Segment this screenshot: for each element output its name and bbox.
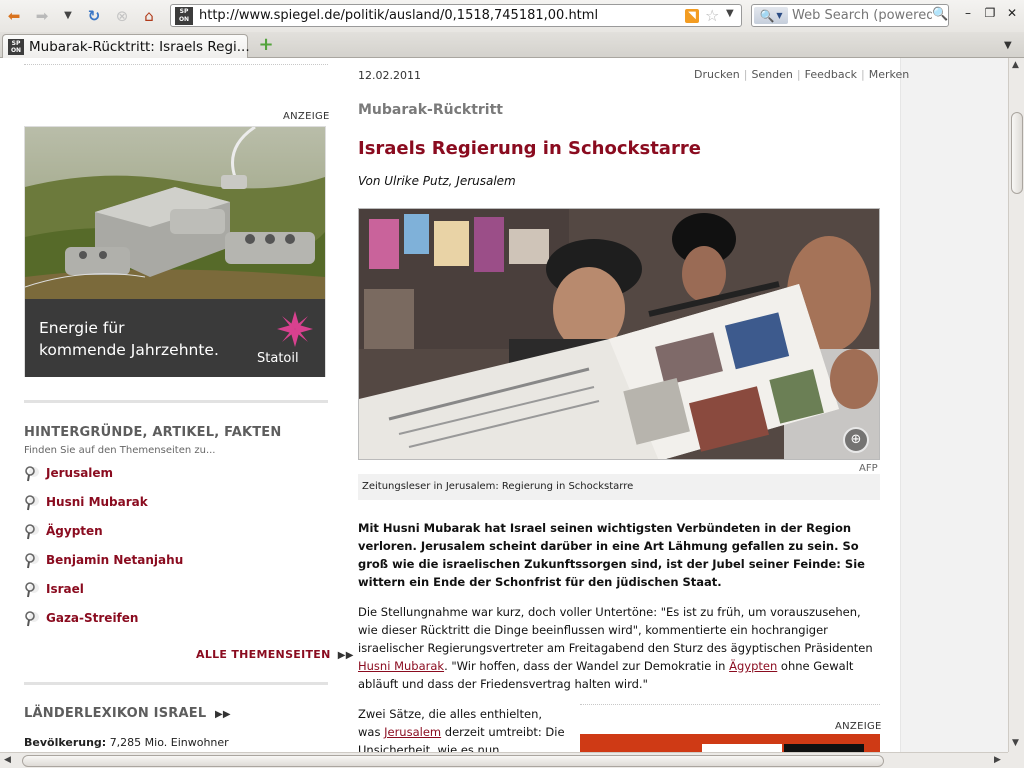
photo-caption: Zeitungsleser in Jerusalem: Regierung in… — [362, 481, 634, 492]
ad-brand-name: Statoil — [257, 351, 299, 366]
article-photo[interactable]: ⊕ — [358, 208, 880, 460]
divider — [24, 400, 328, 403]
magnifier-pin-icon — [25, 611, 39, 627]
photo-credit: AFP — [859, 463, 878, 474]
page-viewport: ANZEIGE Energie für kommende Jahrzehnte.… — [0, 58, 1008, 752]
page-right-margin — [900, 58, 1008, 752]
search-input[interactable] — [792, 6, 932, 25]
reload-icon[interactable]: ↻ — [84, 6, 104, 26]
double-chevron-right-icon: ▶▶ — [215, 709, 231, 720]
statoil-advertisement[interactable]: Energie für kommende Jahrzehnte. Statoil — [24, 126, 326, 377]
tab-bar: SP ON Mubarak-Rücktritt: Israels Regi... … — [0, 32, 1024, 58]
article-paragraph: Zwei Sätze, die alles enthielten, was Je… — [358, 707, 565, 752]
laenderlexikon-link[interactable]: LÄNDERLEXIKON ISRAEL ▶▶ — [24, 706, 231, 721]
search-bar[interactable]: 🔍▼ 🔍 — [751, 4, 949, 27]
magnifier-pin-icon — [25, 495, 39, 511]
close-window-icon[interactable]: ✕ — [1004, 6, 1020, 20]
magnifier-pin-icon — [25, 553, 39, 569]
search-go-icon[interactable]: 🔍 — [932, 7, 948, 24]
site-favicon-icon: SP ON — [175, 7, 193, 25]
link-jerusalem[interactable]: Jerusalem — [384, 725, 441, 739]
article-date: 12.02.2011 — [358, 69, 421, 82]
print-link[interactable]: Drucken — [694, 68, 740, 81]
tab-list-dropdown-icon[interactable]: ▼ — [1004, 40, 1012, 51]
ad-label: ANZEIGE — [283, 111, 330, 122]
vertical-scrollbar[interactable]: ▲ ▼ — [1008, 58, 1024, 752]
minimize-window-icon[interactable]: – — [960, 6, 976, 20]
divider — [580, 704, 880, 705]
history-dropdown-icon[interactable]: ▼ — [58, 6, 78, 26]
tab-title: Mubarak-Rücktritt: Israels Regi... — [29, 39, 250, 55]
ad-label: ANZEIGE — [835, 721, 882, 732]
article-lead: Mit Husni Mubarak hat Israel seinen wich… — [358, 521, 865, 589]
double-chevron-right-icon: ▶▶ — [337, 650, 354, 661]
themen-subheading: Finden Sie auf den Themenseiten zu... — [24, 445, 216, 456]
tab-active[interactable]: SP ON Mubarak-Rücktritt: Israels Regi... — [2, 34, 250, 58]
ad-slogan: Energie für kommende Jahrzehnte. — [39, 319, 219, 359]
address-bar[interactable]: SP ON http://www.spiegel.de/politik/ausla… — [170, 4, 742, 27]
ad-image[interactable] — [25, 127, 325, 299]
scroll-right-arrow-icon[interactable]: ▶ — [994, 755, 1001, 765]
article-tools: Drucken | Senden | Feedback | Merken — [694, 68, 910, 81]
scroll-left-arrow-icon[interactable]: ◀ — [4, 755, 11, 765]
rss-feed-icon[interactable]: ◥ — [685, 9, 699, 23]
photo-caption-box: Zeitungsleser in Jerusalem: Regierung in… — [358, 474, 880, 500]
scroll-down-arrow-icon[interactable]: ▼ — [1012, 738, 1019, 748]
horizontal-scroll-thumb[interactable] — [22, 755, 884, 767]
restore-window-icon[interactable]: ❐ — [982, 6, 998, 20]
scroll-up-arrow-icon[interactable]: ▲ — [1012, 60, 1019, 70]
inline-advertisement[interactable] — [580, 734, 880, 752]
url-dropdown-icon[interactable]: ▼ — [726, 8, 734, 19]
tab-favicon-icon: SP ON — [8, 39, 24, 55]
search-engine-selector[interactable]: 🔍 ▼ — [754, 7, 788, 24]
vertical-scroll-thumb[interactable] — [1011, 112, 1023, 194]
url-text[interactable]: http://www.spiegel.de/politik/ausland/0,… — [199, 8, 598, 23]
zoom-magnifier-icon[interactable]: ⊕ — [843, 427, 869, 453]
scrollbar-corner — [1008, 752, 1024, 768]
horizontal-scrollbar[interactable]: ◀ ▶ — [0, 752, 1008, 768]
send-link[interactable]: Senden — [751, 68, 792, 81]
population-fact: Bevölkerung: 7,285 Mio. Einwohner — [24, 736, 229, 749]
article-paragraph: Die Stellungnahme war kurz, doch voller … — [358, 605, 873, 691]
article-headline: Israels Regierung in Schockstarre — [358, 138, 701, 159]
forward-arrow-icon[interactable]: ➡ — [32, 6, 52, 26]
magnifier-pin-icon — [25, 582, 39, 598]
divider — [24, 64, 328, 65]
themen-heading: HINTERGRÜNDE, ARTIKEL, FAKTEN — [24, 425, 282, 440]
feedback-link[interactable]: Feedback — [805, 68, 857, 81]
navigation-toolbar: ⬅ ➡ ▼ ↻ ⊗ ⌂ SP ON http://www.spiegel.de/p… — [0, 0, 1024, 32]
magnifier-pin-icon — [25, 466, 39, 482]
link-aegypten[interactable]: Ägypten — [729, 659, 777, 673]
stop-icon[interactable]: ⊗ — [112, 6, 132, 26]
statoil-logo-icon — [277, 311, 313, 347]
alle-themenseiten-link[interactable]: ALLE THEMENSEITEN ▶▶ — [196, 648, 354, 661]
bookmark-star-icon[interactable]: ☆ — [705, 6, 719, 25]
home-icon[interactable]: ⌂ — [139, 6, 159, 26]
article-kicker: Mubarak-Rücktritt — [358, 102, 503, 118]
new-tab-plus-icon[interactable]: + — [256, 36, 276, 54]
ad-banner[interactable]: Energie für kommende Jahrzehnte. Statoil — [25, 299, 325, 377]
bookmark-link[interactable]: Merken — [869, 68, 910, 81]
magnifier-pin-icon — [25, 524, 39, 540]
article-byline: Von Ulrike Putz, Jerusalem — [358, 174, 516, 188]
link-husni-mubarak[interactable]: Husni Mubarak — [358, 659, 444, 673]
back-arrow-icon[interactable]: ⬅ — [4, 6, 24, 26]
divider — [24, 682, 328, 685]
